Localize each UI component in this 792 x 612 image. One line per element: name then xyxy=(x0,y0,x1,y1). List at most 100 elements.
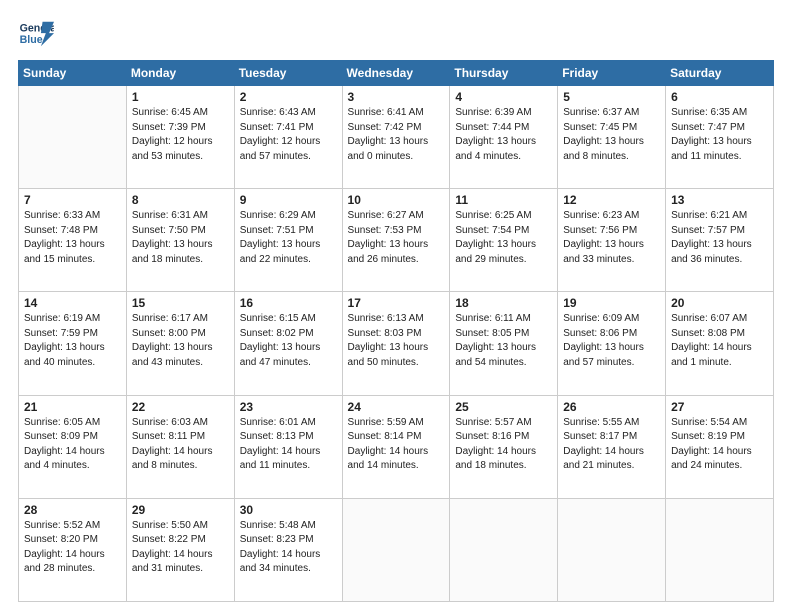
day-info: Sunrise: 6:25 AM Sunset: 7:54 PM Dayligh… xyxy=(455,209,552,267)
day-number: 23 xyxy=(240,400,337,414)
day-number: 5 xyxy=(563,90,660,104)
calendar-cell: 9Sunrise: 6:29 AM Sunset: 7:51 PM Daylig… xyxy=(234,189,342,292)
calendar-cell: 22 Sunrise: 6:03 AM Sunset: 8:11 PM Dayli… xyxy=(126,395,234,498)
day-number: 24 xyxy=(348,400,445,414)
day-info: Sunrise: 6:41 AM Sunset: 7:42 PM Dayligh… xyxy=(348,106,445,164)
day-info: Sunrise: 6:07 AM Sunset: 8:08 PM Dayligh… xyxy=(671,312,768,370)
calendar-cell xyxy=(558,498,666,601)
day-info: Sunrise: 6:17 AM Sunset: 8:00 PM Dayligh… xyxy=(132,312,229,370)
day-number: 22 xyxy=(132,400,229,414)
day-number: 21 xyxy=(24,400,121,414)
day-info: Sunrise: 6:03 AM Sunset: 8:11 PM Dayligh… xyxy=(132,416,229,474)
calendar-cell: 7 Sunrise: 6:33 AM Sunset: 7:48 PM Daylig… xyxy=(19,189,127,292)
day-number: 10 xyxy=(348,193,445,207)
svg-text:Blue: Blue xyxy=(20,34,43,46)
calendar-cell xyxy=(450,498,558,601)
day-info: Sunrise: 6:01 AM Sunset: 8:13 PM Dayligh… xyxy=(240,416,337,474)
day-info: Sunrise: 6:19 AM Sunset: 7:59 PM Dayligh… xyxy=(24,312,121,370)
calendar-cell: 14Sunrise: 6:19 AM Sunset: 7:59 PM Dayli… xyxy=(19,292,127,395)
day-info: Sunrise: 6:15 AM Sunset: 8:02 PM Dayligh… xyxy=(240,312,337,370)
day-number: 17 xyxy=(348,296,445,310)
calendar-cell: 2 Sunrise: 6:43 AM Sunset: 7:41 PM Daylig… xyxy=(234,86,342,189)
day-info: Sunrise: 6:29 AM Sunset: 7:51 PM Dayligh… xyxy=(240,209,337,267)
calendar-cell: 1 Sunrise: 6:45 AM Sunset: 7:39 PM Daylig… xyxy=(126,86,234,189)
day-header-friday: Friday xyxy=(558,61,666,86)
day-info: Sunrise: 5:57 AM Sunset: 8:16 PM Dayligh… xyxy=(455,416,552,474)
calendar-cell xyxy=(666,498,774,601)
calendar-cell: 21 Sunrise: 6:05 AM Sunset: 8:09 PM Dayli… xyxy=(19,395,127,498)
day-number: 18 xyxy=(455,296,552,310)
page: General Blue SundayMondayTuesdayWednesda… xyxy=(0,0,792,612)
calendar-cell: 11Sunrise: 6:25 AM Sunset: 7:54 PM Dayli… xyxy=(450,189,558,292)
day-info: Sunrise: 6:09 AM Sunset: 8:06 PM Dayligh… xyxy=(563,312,660,370)
day-number: 28 xyxy=(24,503,121,517)
calendar-cell: 4Sunrise: 6:39 AM Sunset: 7:44 PM Daylig… xyxy=(450,86,558,189)
day-number: 29 xyxy=(132,503,229,517)
day-number: 2 xyxy=(240,90,337,104)
calendar-cell: 16 Sunrise: 6:15 AM Sunset: 8:02 PM Dayli… xyxy=(234,292,342,395)
day-number: 7 xyxy=(24,193,121,207)
day-number: 12 xyxy=(563,193,660,207)
day-number: 16 xyxy=(240,296,337,310)
calendar-cell: 15 Sunrise: 6:17 AM Sunset: 8:00 PM Dayli… xyxy=(126,292,234,395)
day-info: Sunrise: 5:52 AM Sunset: 8:20 PM Dayligh… xyxy=(24,519,121,577)
day-info: Sunrise: 6:21 AM Sunset: 7:57 PM Dayligh… xyxy=(671,209,768,267)
day-info: Sunrise: 5:54 AM Sunset: 8:19 PM Dayligh… xyxy=(671,416,768,474)
day-info: Sunrise: 6:05 AM Sunset: 8:09 PM Dayligh… xyxy=(24,416,121,474)
day-number: 27 xyxy=(671,400,768,414)
day-header-wednesday: Wednesday xyxy=(342,61,450,86)
calendar-cell: 30 Sunrise: 5:48 AM Sunset: 8:23 PM Dayli… xyxy=(234,498,342,601)
day-number: 8 xyxy=(132,193,229,207)
day-header-saturday: Saturday xyxy=(666,61,774,86)
day-info: Sunrise: 6:43 AM Sunset: 7:41 PM Dayligh… xyxy=(240,106,337,164)
calendar-cell: 12 Sunrise: 6:23 AM Sunset: 7:56 PM Dayli… xyxy=(558,189,666,292)
day-number: 30 xyxy=(240,503,337,517)
calendar-cell: 19Sunrise: 6:09 AM Sunset: 8:06 PM Dayli… xyxy=(558,292,666,395)
calendar-table: SundayMondayTuesdayWednesdayThursdayFrid… xyxy=(18,60,774,602)
calendar-cell: 8 Sunrise: 6:31 AM Sunset: 7:50 PM Daylig… xyxy=(126,189,234,292)
day-header-sunday: Sunday xyxy=(19,61,127,86)
calendar-cell: 18 Sunrise: 6:11 AM Sunset: 8:05 PM Dayli… xyxy=(450,292,558,395)
calendar-cell: 25Sunrise: 5:57 AM Sunset: 8:16 PM Dayli… xyxy=(450,395,558,498)
day-info: Sunrise: 6:33 AM Sunset: 7:48 PM Dayligh… xyxy=(24,209,121,267)
calendar-cell: 26Sunrise: 5:55 AM Sunset: 8:17 PM Dayli… xyxy=(558,395,666,498)
day-header-thursday: Thursday xyxy=(450,61,558,86)
week-row-2: 7 Sunrise: 6:33 AM Sunset: 7:48 PM Daylig… xyxy=(19,189,774,292)
day-number: 4 xyxy=(455,90,552,104)
week-row-1: 1 Sunrise: 6:45 AM Sunset: 7:39 PM Daylig… xyxy=(19,86,774,189)
calendar-cell: 20 Sunrise: 6:07 AM Sunset: 8:08 PM Dayli… xyxy=(666,292,774,395)
day-number: 20 xyxy=(671,296,768,310)
week-row-5: 28 Sunrise: 5:52 AM Sunset: 8:20 PM Dayli… xyxy=(19,498,774,601)
day-info: Sunrise: 6:27 AM Sunset: 7:53 PM Dayligh… xyxy=(348,209,445,267)
calendar-cell: 13 Sunrise: 6:21 AM Sunset: 7:57 PM Dayli… xyxy=(666,189,774,292)
day-number: 15 xyxy=(132,296,229,310)
day-info: Sunrise: 6:31 AM Sunset: 7:50 PM Dayligh… xyxy=(132,209,229,267)
day-header-monday: Monday xyxy=(126,61,234,86)
calendar-cell: 27 Sunrise: 5:54 AM Sunset: 8:19 PM Dayli… xyxy=(666,395,774,498)
calendar-cell xyxy=(342,498,450,601)
week-row-3: 14Sunrise: 6:19 AM Sunset: 7:59 PM Dayli… xyxy=(19,292,774,395)
calendar-cell: 5 Sunrise: 6:37 AM Sunset: 7:45 PM Daylig… xyxy=(558,86,666,189)
day-number: 1 xyxy=(132,90,229,104)
day-info: Sunrise: 6:45 AM Sunset: 7:39 PM Dayligh… xyxy=(132,106,229,164)
calendar-cell: 23 Sunrise: 6:01 AM Sunset: 8:13 PM Dayli… xyxy=(234,395,342,498)
header: General Blue xyxy=(18,18,774,50)
day-info: Sunrise: 6:35 AM Sunset: 7:47 PM Dayligh… xyxy=(671,106,768,164)
day-number: 3 xyxy=(348,90,445,104)
calendar-cell: 6 Sunrise: 6:35 AM Sunset: 7:47 PM Daylig… xyxy=(666,86,774,189)
day-number: 6 xyxy=(671,90,768,104)
logo-icon: General Blue xyxy=(18,18,54,50)
calendar-cell: 24Sunrise: 5:59 AM Sunset: 8:14 PM Dayli… xyxy=(342,395,450,498)
day-header-tuesday: Tuesday xyxy=(234,61,342,86)
day-info: Sunrise: 6:23 AM Sunset: 7:56 PM Dayligh… xyxy=(563,209,660,267)
days-header-row: SundayMondayTuesdayWednesdayThursdayFrid… xyxy=(19,61,774,86)
day-info: Sunrise: 5:48 AM Sunset: 8:23 PM Dayligh… xyxy=(240,519,337,577)
calendar-cell: 10 Sunrise: 6:27 AM Sunset: 7:53 PM Dayli… xyxy=(342,189,450,292)
day-info: Sunrise: 6:11 AM Sunset: 8:05 PM Dayligh… xyxy=(455,312,552,370)
day-info: Sunrise: 6:13 AM Sunset: 8:03 PM Dayligh… xyxy=(348,312,445,370)
calendar-cell xyxy=(19,86,127,189)
calendar-cell: 28 Sunrise: 5:52 AM Sunset: 8:20 PM Dayli… xyxy=(19,498,127,601)
day-number: 13 xyxy=(671,193,768,207)
day-info: Sunrise: 6:37 AM Sunset: 7:45 PM Dayligh… xyxy=(563,106,660,164)
week-row-4: 21 Sunrise: 6:05 AM Sunset: 8:09 PM Dayli… xyxy=(19,395,774,498)
